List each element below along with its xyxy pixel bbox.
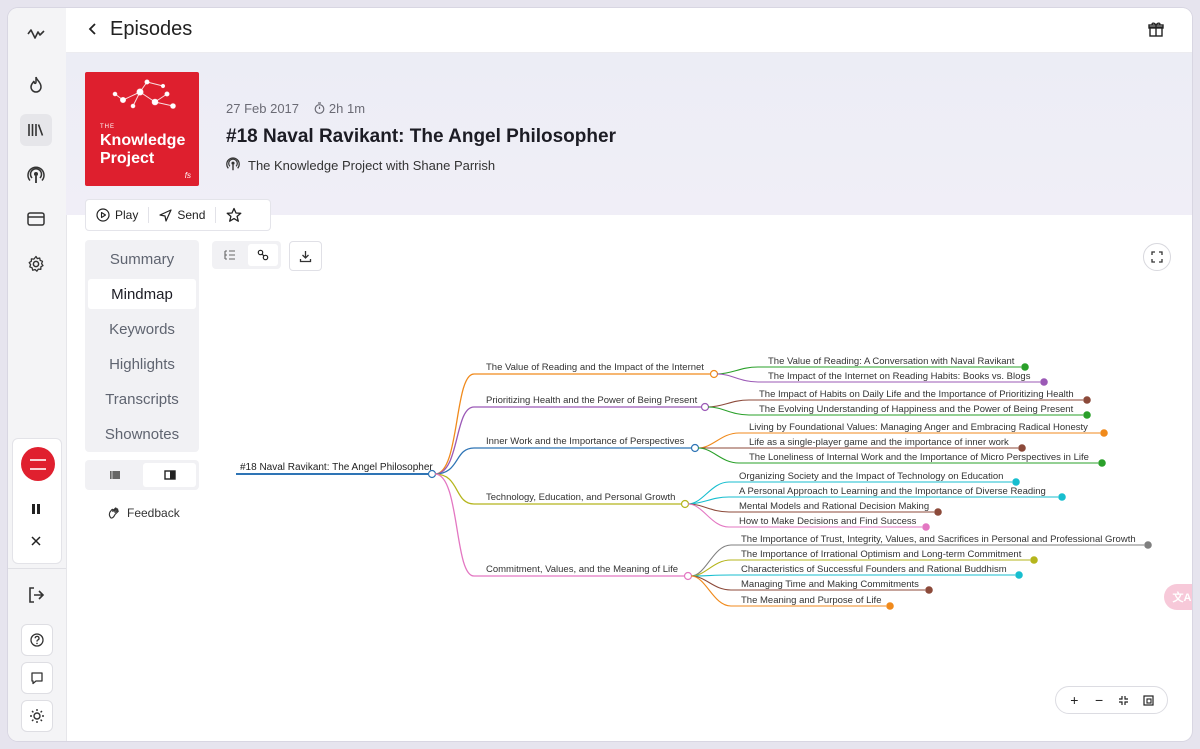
mindmap-leaf-node[interactable] [1083,411,1091,419]
mindmap-leaf-node[interactable] [886,602,894,610]
mindmap-leaf-node[interactable] [1018,444,1026,452]
mindmap-leaf-node[interactable] [1098,459,1106,467]
mindmap-leaf-label[interactable]: Living by Foundational Values: Managing … [749,422,1088,433]
mindmap-leaf-node[interactable] [1040,378,1048,386]
translate-button[interactable]: 文A [1164,584,1192,610]
minimap-icon [1143,694,1154,706]
mindmap-leaf-label[interactable]: Organizing Society and the Impact of Tec… [739,471,1003,482]
mindmap-leaf-node[interactable] [1021,363,1029,371]
mindmap-leaf-label[interactable]: The Evolving Understanding of Happiness … [759,404,1074,415]
mindmap-leaf-node[interactable] [934,508,942,516]
mindmap-branch-node[interactable] [709,369,719,379]
mindmap-leaf-node[interactable] [922,523,930,531]
mindmap-branch-node[interactable] [690,443,700,453]
zoom-out-button[interactable]: − [1088,692,1110,708]
mindmap-branch-line [434,473,684,577]
mindmap-root-label[interactable]: #18 Naval Ravikant: The Angel Philosophe… [240,462,433,473]
mindmap-branch-node[interactable] [683,571,693,581]
mindmap-branch-line [434,447,691,475]
mindmap-leaf-label[interactable]: A Personal Approach to Learning and the … [739,486,1046,497]
mindmap-leaf-node[interactable] [1058,493,1066,501]
mindmap-root-node[interactable] [427,469,437,479]
zoom-in-button[interactable]: + [1063,692,1085,708]
mindmap-branch-label[interactable]: Prioritizing Health and the Power of Bei… [486,395,698,406]
minimap-button[interactable] [1138,694,1160,706]
mindmap-leaf-label[interactable]: The Meaning and Purpose of Life [741,595,881,606]
mindmap-leaf-node[interactable] [1015,571,1023,579]
translate-icon: 文A [1172,592,1192,604]
mindmap-leaf-label[interactable]: The Impact of the Internet on Reading Ha… [768,371,1031,382]
mindmap-canvas[interactable]: #18 Naval Ravikant: The Angel Philosophe… [8,8,1192,741]
mindmap-leaf-label[interactable]: The Value of Reading: A Conversation wit… [768,356,1015,367]
fit-icon [1119,695,1129,705]
mindmap-branch-label[interactable]: Technology, Education, and Personal Grow… [486,492,675,503]
mindmap-leaf-label[interactable]: The Importance of Trust, Integrity, Valu… [741,534,1136,545]
mindmap-branch-label[interactable]: Commitment, Values, and the Meaning of L… [486,564,678,575]
mindmap-leaf-node[interactable] [1144,541,1152,549]
mindmap-branch-line [434,373,710,475]
mindmap-branch-label[interactable]: The Value of Reading and the Impact of t… [486,362,704,373]
mindmap-leaf-label[interactable]: Managing Time and Making Commitments [741,579,919,590]
mindmap-leaf-node[interactable] [1012,478,1020,486]
mindmap-branch-node[interactable] [680,499,690,509]
app-window: Episodes THE Knowledge Project fs 27 Feb… [8,8,1192,741]
mindmap-leaf-node[interactable] [1100,429,1108,437]
mindmap-leaf-node[interactable] [1030,556,1038,564]
mindmap-leaf-label[interactable]: Characteristics of Successful Founders a… [741,564,1007,575]
mindmap-leaf-node[interactable] [1083,396,1091,404]
mindmap-leaf-label[interactable]: Life as a single-player game and the imp… [749,437,1009,448]
mindmap-leaf-label[interactable]: The Impact of Habits on Daily Life and t… [759,389,1074,400]
mindmap-leaf-label[interactable]: How to Make Decisions and Find Success [739,516,917,527]
mindmap-branch-label[interactable]: Inner Work and the Importance of Perspec… [486,436,685,447]
mindmap-leaf-node[interactable] [925,586,933,594]
mindmap-leaf-label[interactable]: The Importance of Irrational Optimism an… [741,549,1022,560]
mindmap-leaf-label[interactable]: The Loneliness of Internal Work and the … [749,452,1089,463]
zoom-controls: + − [1055,686,1168,714]
fit-view-button[interactable] [1113,695,1135,706]
mindmap-branch-node[interactable] [700,402,710,412]
mindmap-leaf-line [690,574,1015,577]
mindmap-leaf-label[interactable]: Mental Models and Rational Decision Maki… [739,501,929,512]
